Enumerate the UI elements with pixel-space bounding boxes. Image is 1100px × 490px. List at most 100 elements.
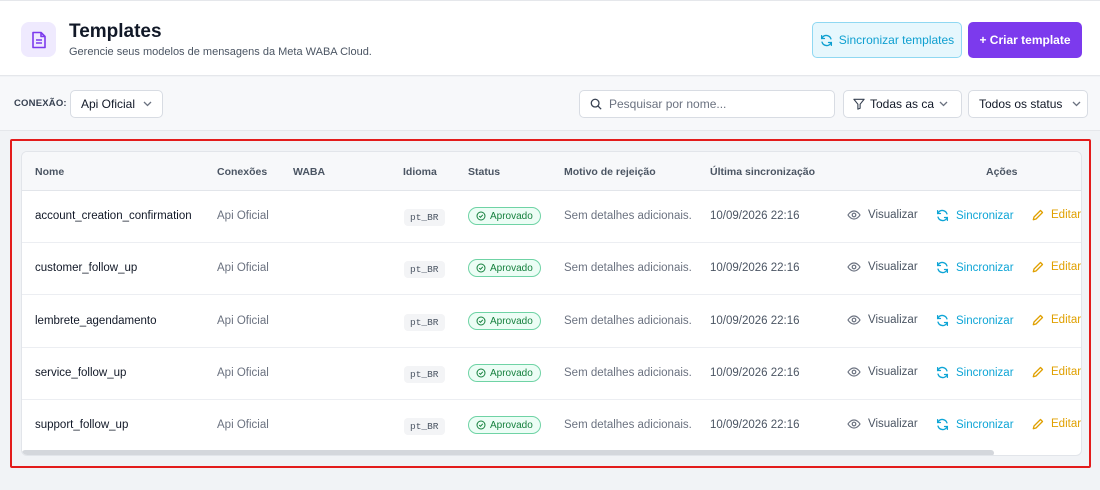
last-sync: 10/09/2026 22:16 (710, 262, 800, 274)
template-connection: Api Oficial (217, 262, 269, 274)
last-sync: 10/09/2026 22:16 (710, 210, 800, 222)
status-text: Aprovado (490, 315, 533, 327)
view-label: Visualizar (868, 366, 918, 378)
edit-action[interactable]: Editar (1032, 418, 1081, 430)
table-row: service_follow_up Api Oficial pt_BR Apro… (22, 348, 1081, 400)
column-header-rejection-reason: Motivo de rejeição (564, 166, 656, 178)
status-text: Aprovado (490, 210, 533, 222)
language-tag: pt_BR (404, 314, 445, 331)
table-row: lembrete_agendamento Api Oficial pt_BR A… (22, 296, 1081, 348)
table-row: account_creation_confirmation Api Oficia… (22, 191, 1081, 243)
pencil-icon (1032, 418, 1044, 430)
table-row: support_follow_up Api Oficial pt_BR Apro… (22, 400, 1081, 452)
status-badge: Aprovado (468, 207, 541, 225)
check-circle-icon (476, 211, 486, 221)
view-action[interactable]: Visualizar (847, 261, 918, 273)
rejection-reason: Sem detalhes adicionais. (564, 210, 692, 222)
refresh-icon (936, 366, 949, 379)
view-action[interactable]: Visualizar (847, 418, 918, 430)
edit-action[interactable]: Editar (1032, 366, 1081, 378)
rejection-reason: Sem detalhes adicionais. (564, 367, 692, 379)
pencil-icon (1032, 209, 1044, 221)
table-header: Nome Conexões WABA Idioma Status Motivo … (22, 152, 1081, 191)
chevron-down-icon (939, 101, 948, 107)
page-header: Templates Gerencie seus modelos de mensa… (0, 0, 1100, 76)
sync-label: Sincronizar (956, 418, 1014, 431)
refresh-icon (936, 261, 949, 274)
edit-label: Editar (1051, 209, 1082, 221)
status-badge: Aprovado (468, 259, 541, 277)
eye-icon (847, 367, 861, 377)
pencil-icon (1032, 314, 1044, 326)
column-header-name: Nome (35, 166, 65, 178)
status-select[interactable]: Todos os status (968, 90, 1088, 118)
template-name: customer_follow_up (35, 262, 138, 274)
search-field[interactable] (579, 90, 835, 118)
status-select-value: Todos os status (979, 97, 1063, 111)
refresh-icon (820, 34, 832, 46)
sync-action[interactable]: Sincronizar (936, 209, 1014, 222)
template-connection: Api Oficial (217, 210, 269, 222)
edit-label: Editar (1051, 418, 1082, 430)
sync-action[interactable]: Sincronizar (936, 314, 1014, 327)
refresh-icon (936, 314, 949, 327)
view-action[interactable]: Visualizar (847, 314, 918, 326)
check-circle-icon (476, 368, 486, 378)
check-circle-icon (476, 263, 486, 273)
column-header-actions: Ações (986, 166, 1018, 178)
horizontal-scrollbar[interactable] (22, 450, 994, 455)
status-badge: Aprovado (468, 364, 541, 382)
template-name: service_follow_up (35, 367, 127, 379)
last-sync: 10/09/2026 22:16 (710, 315, 800, 327)
status-text: Aprovado (490, 367, 533, 379)
chevron-down-icon (1072, 101, 1081, 107)
search-input[interactable] (609, 97, 829, 111)
template-name: support_follow_up (35, 419, 129, 431)
filter-icon (853, 98, 865, 110)
language-tag: pt_BR (404, 418, 445, 435)
column-header-connections: Conexões (217, 166, 268, 178)
sync-templates-label: Sincronizar templates (838, 33, 955, 47)
create-template-button[interactable]: + Criar template (968, 22, 1082, 58)
refresh-icon (936, 209, 949, 222)
edit-label: Editar (1051, 366, 1082, 378)
column-header-waba: WABA (293, 166, 326, 178)
column-header-status: Status (468, 166, 501, 178)
table-row: customer_follow_up Api Oficial pt_BR Apr… (22, 243, 1081, 295)
sync-action[interactable]: Sincronizar (936, 261, 1014, 274)
category-select-value: Todas as categorias (870, 97, 934, 111)
sync-action[interactable]: Sincronizar (936, 418, 1014, 431)
sync-action[interactable]: Sincronizar (936, 366, 1014, 379)
category-select[interactable]: Todas as categorias (843, 90, 962, 118)
template-name: lembrete_agendamento (35, 315, 157, 327)
search-icon (590, 98, 602, 110)
eye-icon (847, 210, 861, 220)
sync-label: Sincronizar (956, 261, 1014, 274)
status-badge: Aprovado (468, 416, 541, 434)
sync-templates-button[interactable]: Sincronizar templates (812, 22, 962, 58)
edit-action[interactable]: Editar (1032, 261, 1081, 273)
filter-bar: CONEXÃO: Api Oficial Todas as categorias… (0, 77, 1100, 131)
template-connection: Api Oficial (217, 367, 269, 379)
last-sync: 10/09/2026 22:16 (710, 367, 800, 379)
connection-label: CONEXÃO: (14, 98, 67, 109)
document-icon (21, 22, 56, 57)
edit-action[interactable]: Editar (1032, 209, 1081, 221)
last-sync: 10/09/2026 22:16 (710, 419, 800, 431)
pencil-icon (1032, 366, 1044, 378)
view-label: Visualizar (868, 209, 918, 221)
edit-action[interactable]: Editar (1032, 314, 1081, 326)
rejection-reason: Sem detalhes adicionais. (564, 315, 692, 327)
eye-icon (847, 419, 861, 429)
view-label: Visualizar (868, 418, 918, 430)
page-subtitle: Gerencie seus modelos de mensagens da Me… (69, 46, 372, 58)
view-action[interactable]: Visualizar (847, 366, 918, 378)
connection-select[interactable]: Api Oficial (70, 90, 163, 118)
template-connection: Api Oficial (217, 315, 269, 327)
language-tag: pt_BR (404, 261, 445, 278)
check-circle-icon (476, 316, 486, 326)
status-text: Aprovado (490, 419, 533, 431)
edit-label: Editar (1051, 314, 1082, 326)
chevron-down-icon (143, 101, 152, 107)
view-action[interactable]: Visualizar (847, 209, 918, 221)
